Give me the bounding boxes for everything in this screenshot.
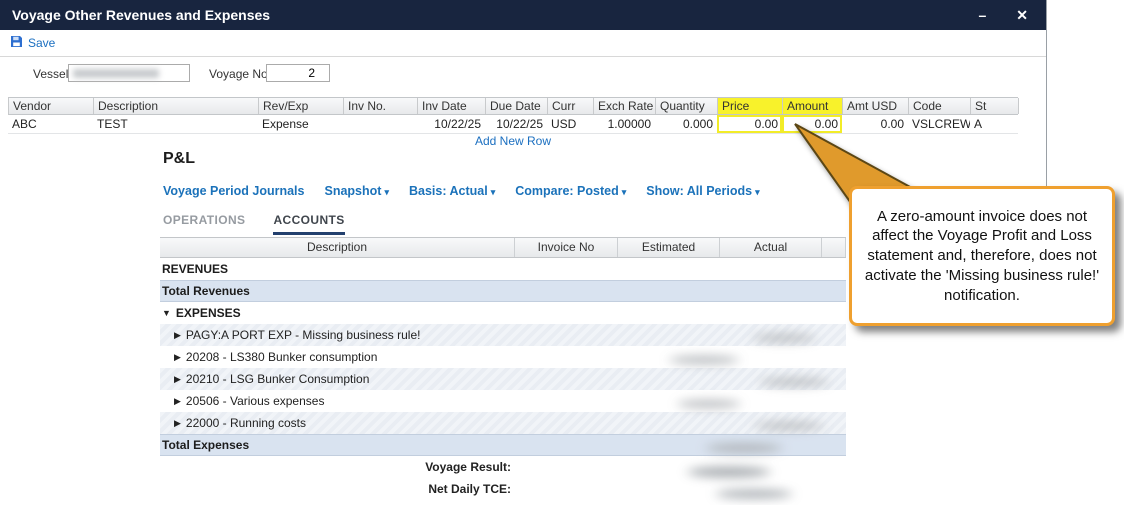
pnl-tabs: OPERATIONS ACCOUNTS [163,213,345,235]
cell-price-highlighted[interactable]: 0.00 [717,115,782,133]
window-controls: – ✕ [978,0,1046,30]
column-header-curr[interactable]: Curr [548,98,594,114]
chevron-down-icon: ▾ [384,187,389,197]
vessel-label: Vessel [33,67,68,81]
pnl-row-revenues: REVENUES [160,258,846,280]
column-header-quantity[interactable]: Quantity [656,98,718,114]
cell-duedate[interactable]: 10/22/25 [485,115,547,133]
expand-icon[interactable]: ▶ [174,374,181,385]
window-title: Voyage Other Revenues and Expenses [0,7,978,23]
pnl-row-expenses[interactable]: ▼EXPENSES [160,302,846,324]
cell-description[interactable]: TEST [93,115,258,133]
pnl-header-row: Description Invoice No Estimated Actual [160,237,846,258]
column-header-vendor[interactable]: Vendor [9,98,94,114]
column-header-code[interactable]: Code [909,98,971,114]
column-header-exchrate[interactable]: Exch Rate [594,98,656,114]
chevron-down-icon: ▾ [622,187,627,197]
save-icon [10,35,23,51]
cell-curr[interactable]: USD [547,115,593,133]
column-header-st[interactable]: St [971,98,1019,114]
redacted-values-blur [634,328,846,505]
column-header-amount-highlighted[interactable]: Amount [783,98,843,114]
pnl-column-extra [822,238,846,257]
vessel-value-blur [73,69,159,78]
column-header-revexp[interactable]: Rev/Exp [259,98,344,114]
expand-icon[interactable]: ▶ [174,418,181,429]
column-header-invno[interactable]: Inv No. [344,98,418,114]
save-button[interactable]: Save [10,35,55,51]
invoice-header-row: Vendor Description Rev/Exp Inv No. Inv D… [8,97,1018,115]
expand-icon[interactable]: ▶ [174,396,181,407]
menu-basis-actual[interactable]: Basis: Actual▾ [409,184,495,198]
expand-icon[interactable]: ▶ [174,352,181,363]
menu-show-all-periods[interactable]: Show: All Periods▾ [646,184,759,198]
menu-snapshot[interactable]: Snapshot▾ [324,184,388,198]
chevron-down-icon: ▾ [755,187,760,197]
cell-invno[interactable] [343,115,417,133]
form-row: Vessel Voyage No. [0,62,1046,86]
app-window: Voyage Other Revenues and Expenses – ✕ S… [0,0,1047,186]
tab-accounts[interactable]: ACCOUNTS [273,213,344,235]
cell-st[interactable]: A [970,115,1018,133]
window-titlebar[interactable]: Voyage Other Revenues and Expenses – ✕ [0,0,1046,30]
cell-amtusd[interactable]: 0.00 [842,115,908,133]
cell-quantity[interactable]: 0.000 [655,115,717,133]
pnl-column-invoiceno: Invoice No [515,238,618,257]
voyage-no-label: Voyage No. [209,67,271,81]
pnl-menu: Voyage Period Journals Snapshot▾ Basis: … [163,184,760,198]
column-header-duedate[interactable]: Due Date [486,98,548,114]
close-button[interactable]: ✕ [1016,0,1028,30]
add-new-row-link[interactable]: Add New Row [8,134,1018,148]
pnl-column-description: Description [160,238,515,257]
cell-amount-highlighted[interactable]: 0.00 [782,115,842,133]
cell-vendor[interactable]: ABC [8,115,93,133]
column-header-invdate[interactable]: Inv Date [418,98,486,114]
tab-operations[interactable]: OPERATIONS [163,213,245,235]
expand-icon[interactable]: ▶ [174,330,181,341]
save-label: Save [28,36,55,50]
column-header-amtusd[interactable]: Amt USD [843,98,909,114]
cell-invdate[interactable]: 10/22/25 [417,115,485,133]
voyage-no-input[interactable] [266,64,330,82]
pnl-column-actual: Actual [720,238,822,257]
vessel-input[interactable] [68,64,190,82]
pnl-row-total-revenues: Total Revenues [160,280,846,302]
pnl-column-estimated: Estimated [618,238,720,257]
callout-text: A zero-amount invoice does not affect th… [862,207,1102,306]
collapse-icon[interactable]: ▼ [162,308,171,318]
callout: A zero-amount invoice does not affect th… [849,186,1115,326]
pnl-title: P&L [163,150,195,168]
chevron-down-icon: ▾ [491,187,496,197]
menu-voyage-period-journals[interactable]: Voyage Period Journals [163,184,304,198]
invoice-row: ABC TEST Expense 10/22/25 10/22/25 USD 1… [8,115,1018,134]
column-header-description[interactable]: Description [94,98,259,114]
cell-code[interactable]: VSLCREW [908,115,970,133]
cell-exchrate[interactable]: 1.00000 [593,115,655,133]
minimize-button[interactable]: – [978,0,986,30]
menu-compare-posted[interactable]: Compare: Posted▾ [515,184,626,198]
invoice-table: Vendor Description Rev/Exp Inv No. Inv D… [8,97,1018,134]
column-header-price-highlighted[interactable]: Price [718,98,783,114]
toolbar: Save [0,30,1046,57]
cell-revexp[interactable]: Expense [258,115,343,133]
